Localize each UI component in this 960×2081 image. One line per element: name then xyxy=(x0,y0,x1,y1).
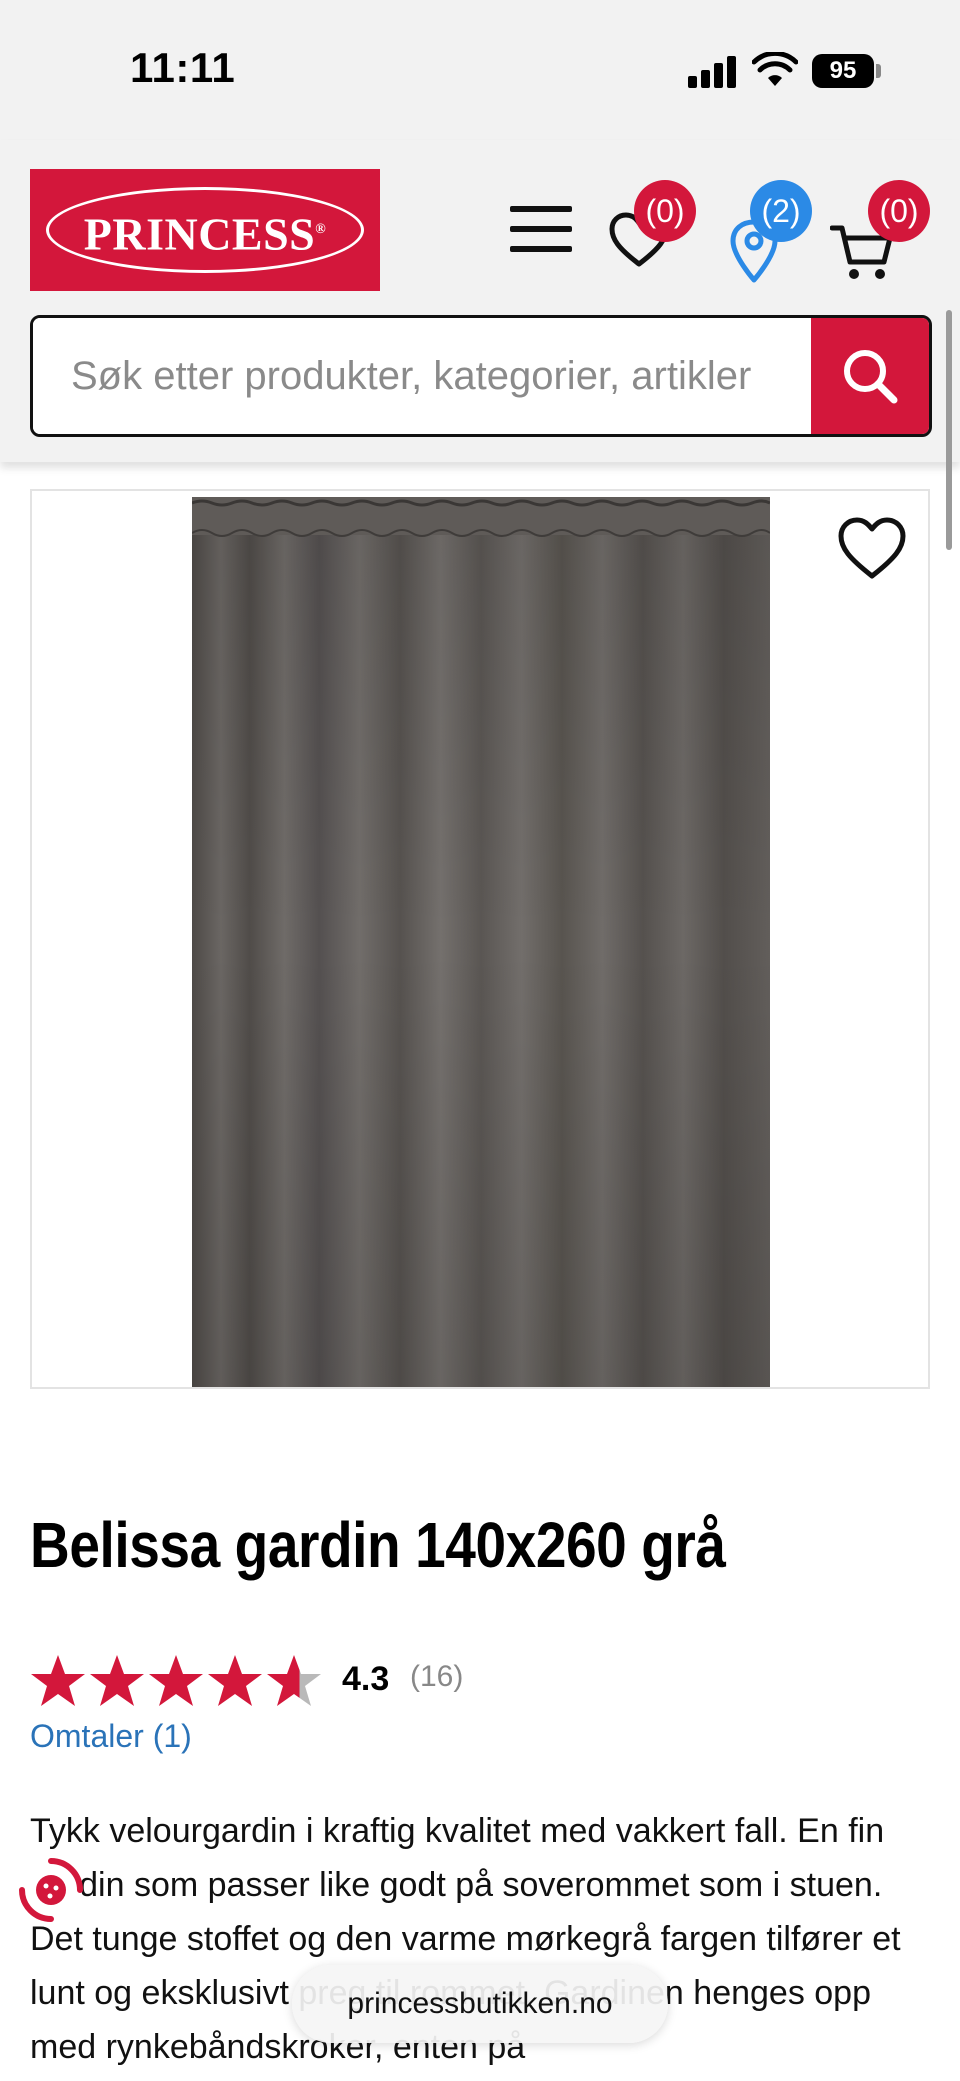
cart-count-badge: (0) xyxy=(868,180,930,242)
logo-text: PRINCESS® xyxy=(30,169,380,291)
wishlist-button[interactable]: (0) xyxy=(600,180,710,290)
battery-indicator: 95 xyxy=(812,54,874,88)
logo-registered-mark: ® xyxy=(315,222,327,237)
cart-button[interactable]: (0) xyxy=(830,180,946,290)
rating-count: (16) xyxy=(410,1660,464,1693)
status-bar: 11:11 95 xyxy=(0,0,960,140)
status-time: 11:11 xyxy=(130,44,236,91)
star-1 xyxy=(31,1655,85,1706)
search-input[interactable] xyxy=(33,318,811,434)
logo-wordmark: PRINCESS xyxy=(83,208,316,260)
wifi-icon xyxy=(752,52,798,86)
cellular-signal-icon xyxy=(688,56,738,88)
search-button[interactable] xyxy=(811,318,929,434)
wishlist-count-badge: (0) xyxy=(634,180,696,242)
product-image[interactable] xyxy=(30,489,930,1389)
stores-count-badge: (2) xyxy=(750,180,812,242)
rating-row: 4.3 (16) xyxy=(30,1650,730,1710)
site-header: PRINCESS® (0) (2) (0) xyxy=(0,140,960,550)
rating-value: 4.3 xyxy=(342,1660,390,1698)
product-title: Belissa gardin 140x260 grå xyxy=(30,1509,726,1581)
star-3 xyxy=(149,1655,203,1706)
page-scrollbar[interactable] xyxy=(946,310,952,550)
search-bar xyxy=(30,315,932,437)
search-icon xyxy=(844,350,898,404)
star-4 xyxy=(208,1655,262,1706)
curtain-image xyxy=(192,497,770,1387)
star-5 xyxy=(267,1655,321,1706)
browser-url-bar[interactable]: princessbutikken.no xyxy=(292,1965,668,2043)
cookie-consent-icon[interactable] xyxy=(16,1855,86,1925)
star-2 xyxy=(90,1655,144,1706)
favorite-heart-icon[interactable] xyxy=(836,516,908,582)
princess-logo[interactable]: PRINCESS® xyxy=(30,169,380,291)
star-rating xyxy=(31,1655,321,1706)
reviews-link[interactable]: Omtaler (1) xyxy=(30,1718,192,1755)
hamburger-menu-icon[interactable] xyxy=(510,206,572,252)
battery-cap xyxy=(876,64,881,78)
stores-button[interactable]: (2) xyxy=(720,180,830,290)
